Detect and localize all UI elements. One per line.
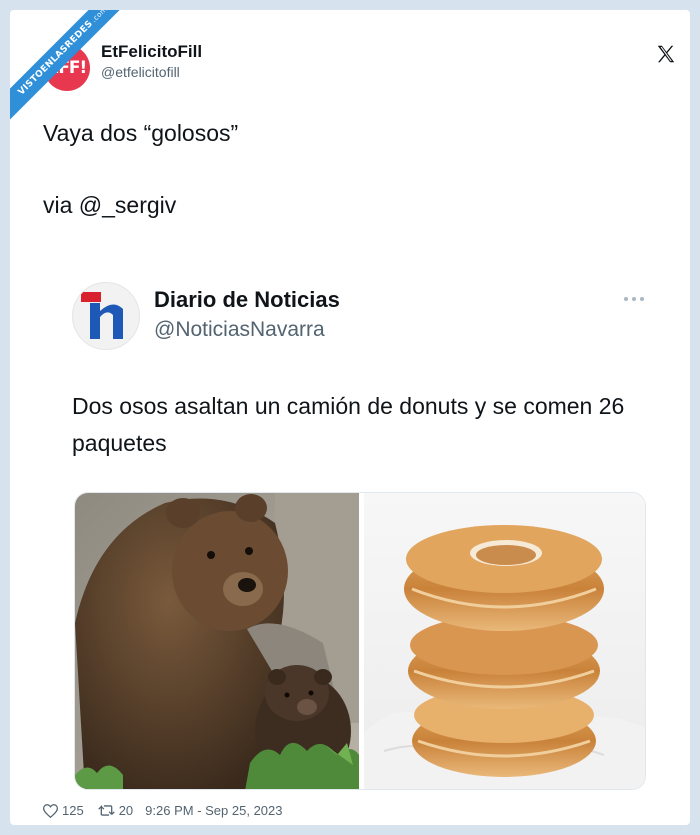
tweet-timestamp[interactable]: 9:26 PM - Sep 25, 2023 [145,803,282,818]
media-grid [74,492,646,790]
quoted-handle[interactable]: @NoticiasNavarra [154,318,325,342]
like-count: 125 [62,803,84,818]
retweet-icon [97,805,115,816]
more-options-icon[interactable] [622,293,646,305]
tweet-via[interactable]: via @_sergiv [43,190,176,220]
x-logo-icon[interactable] [655,43,677,65]
tweet-footer: 125 20 9:26 PM - Sep 25, 2023 [43,803,282,818]
watermark-text: VISTOENLASREDES [16,18,96,98]
bear-photo[interactable] [75,493,359,790]
retweet-button[interactable]: 20 [97,803,134,818]
donuts-photo[interactable] [364,493,646,790]
tweet-card: VISTOENLASREDES.com EFF! EtFelicitoFill … [10,10,690,825]
quoted-name[interactable]: Diario de Noticias [154,287,340,313]
watermark-ribbon: VISTOENLASREDES.com [10,10,130,130]
heart-icon [43,803,58,818]
retweet-count: 20 [118,803,134,818]
quoted-avatar[interactable] [72,282,140,350]
quoted-text: Dos osos asaltan un camión de donuts y s… [72,393,625,456]
watermark-suffix: .com [90,10,109,24]
like-button[interactable]: 125 [43,803,84,818]
diario-de-noticias-logo [81,292,123,339]
